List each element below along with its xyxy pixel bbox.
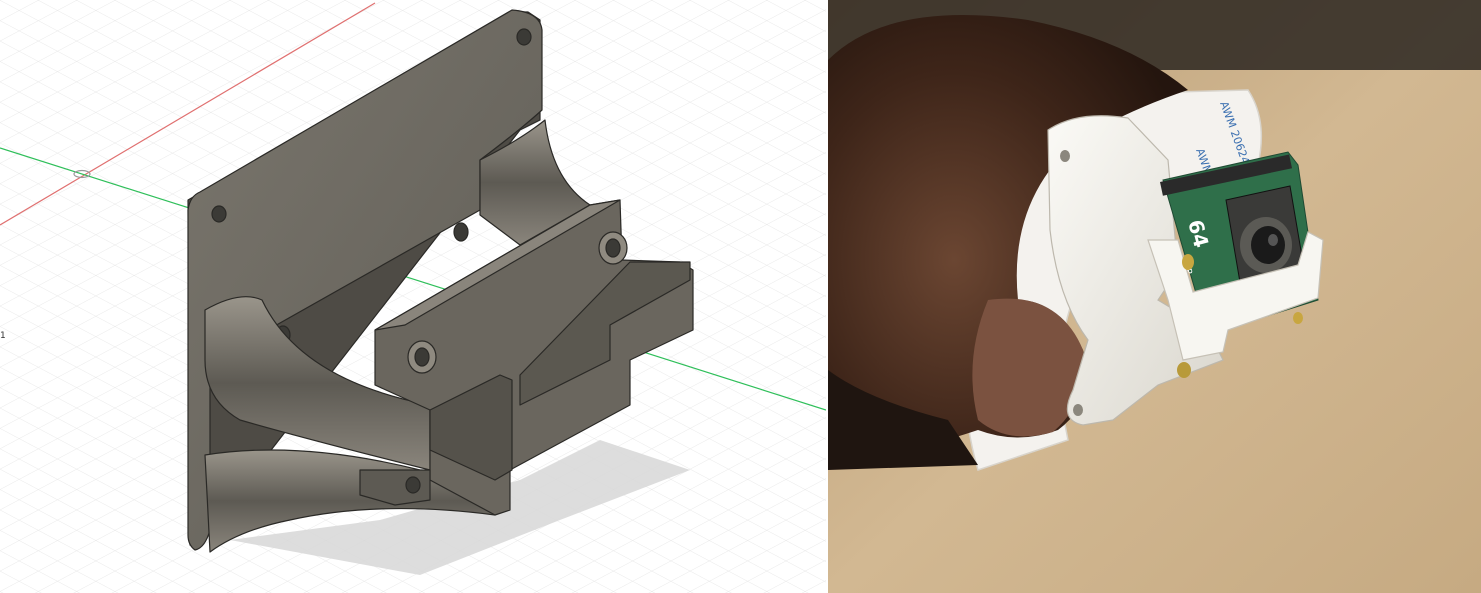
mounting-hole-top-left	[211, 205, 227, 223]
lens-highlight	[1268, 234, 1278, 246]
clamp-screw-bottom	[1177, 362, 1191, 378]
photo-panel: AWM 20624 AWM 64 MP	[828, 0, 1481, 593]
boss-upper-hole	[605, 238, 621, 258]
cad-viewport[interactable]: 1	[0, 0, 826, 593]
bottom-clip-hole	[405, 476, 421, 494]
lens-glass	[1251, 226, 1285, 264]
mount-hole-bottom	[1073, 404, 1083, 416]
photo-scene: AWM 20624 AWM 64 MP	[828, 0, 1481, 593]
mounting-hole-top-right	[516, 28, 532, 46]
mount-hole-top	[1060, 150, 1070, 162]
clamp-screw-left	[1182, 254, 1194, 270]
boss-lower-hole	[414, 347, 430, 367]
axis-tick-label: 1	[0, 331, 6, 341]
clamp-screw-right	[1293, 312, 1303, 324]
cad-scene: 1	[0, 0, 826, 593]
mounting-hole-middle	[453, 222, 469, 242]
